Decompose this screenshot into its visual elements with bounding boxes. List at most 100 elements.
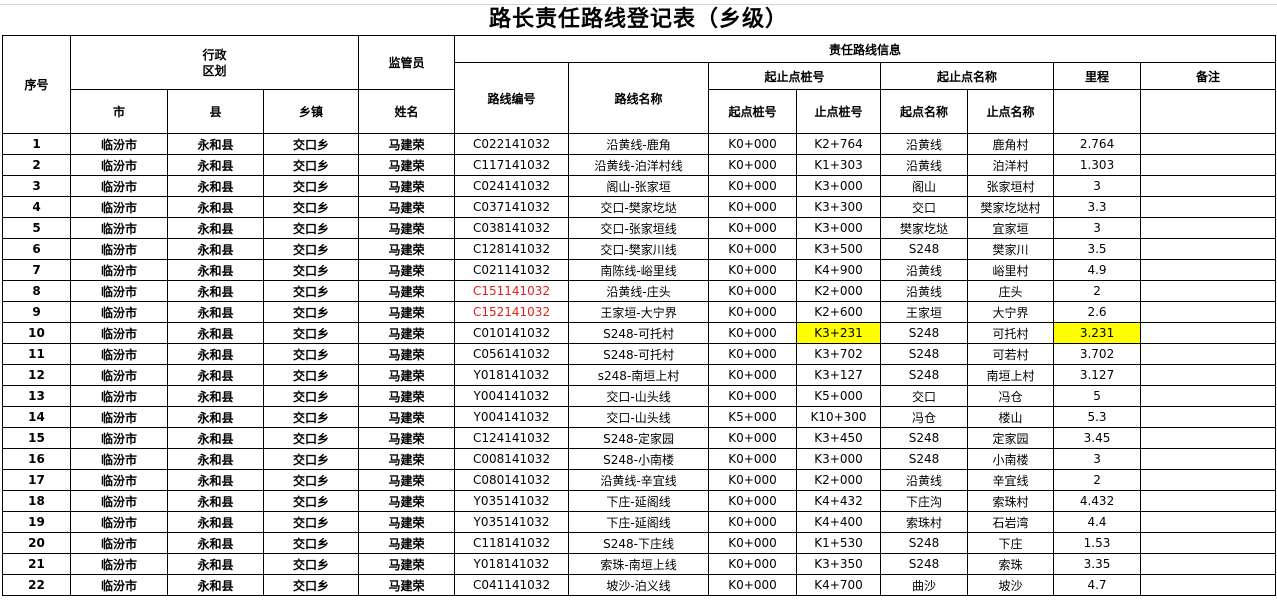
cell-end-name[interactable]: 索珠村 [967, 490, 1055, 512]
cell-city[interactable]: 临汾市 [70, 448, 168, 470]
cell-start-stake[interactable]: K0+000 [708, 322, 798, 344]
cell-end-stake[interactable]: K3+000 [796, 175, 882, 197]
cell-start-name[interactable]: 沿黄线 [880, 469, 969, 491]
cell-remark[interactable] [1140, 217, 1277, 239]
cell-remark[interactable] [1140, 175, 1277, 197]
cell-county[interactable]: 永和县 [167, 259, 264, 281]
cell-supervisor-name[interactable]: 马建荣 [358, 532, 456, 554]
cell-end-name[interactable]: 石岩湾 [967, 511, 1055, 533]
cell-remark[interactable] [1140, 469, 1277, 491]
cell-remark[interactable] [1140, 574, 1277, 596]
cell-supervisor-name[interactable]: 马建荣 [358, 280, 456, 302]
cell-start-name[interactable]: S248 [880, 427, 969, 449]
cell-start-stake[interactable]: K0+000 [708, 196, 798, 218]
cell-city[interactable]: 临汾市 [70, 532, 168, 554]
header-admin-region[interactable]: 行政 区划 [69, 35, 360, 90]
cell-township[interactable]: 交口乡 [262, 196, 360, 218]
cell-start-name[interactable]: 交口 [880, 385, 969, 407]
header-remark[interactable]: 备注 [1140, 62, 1277, 90]
cell-city[interactable]: 临汾市 [70, 385, 168, 407]
cell-remark[interactable] [1140, 532, 1277, 554]
cell-township[interactable]: 交口乡 [262, 427, 360, 449]
cell-remark[interactable] [1140, 259, 1277, 281]
cell-county[interactable]: 永和县 [167, 154, 264, 176]
cell-mileage[interactable]: 4.4 [1053, 511, 1142, 533]
cell-city[interactable]: 临汾市 [70, 280, 168, 302]
cell-mileage[interactable]: 2.6 [1053, 301, 1142, 323]
cell-mileage[interactable]: 5 [1053, 385, 1142, 407]
cell-township[interactable]: 交口乡 [262, 301, 360, 323]
header-city[interactable]: 市 [70, 89, 168, 134]
cell-city[interactable]: 临汾市 [70, 406, 168, 428]
cell-city[interactable]: 临汾市 [70, 301, 168, 323]
cell-mileage[interactable]: 2 [1053, 280, 1142, 302]
cell-township[interactable]: 交口乡 [262, 238, 360, 260]
cell-county[interactable]: 永和县 [167, 280, 264, 302]
cell-city[interactable]: 临汾市 [70, 196, 168, 218]
cell-seq[interactable]: 9 [2, 301, 71, 323]
cell-route-code[interactable]: C080141032 [454, 469, 570, 491]
cell-township[interactable]: 交口乡 [262, 385, 360, 407]
cell-start-stake[interactable]: K0+000 [708, 490, 798, 512]
cell-county[interactable]: 永和县 [167, 343, 264, 365]
cell-start-stake[interactable]: K0+000 [708, 427, 798, 449]
cell-end-stake[interactable]: K3+702 [796, 343, 882, 365]
cell-remark[interactable] [1140, 343, 1277, 365]
cell-route-name[interactable]: 交口-樊家圪垯 [568, 196, 710, 218]
cell-city[interactable]: 临汾市 [70, 238, 168, 260]
cell-mileage[interactable]: 3 [1053, 448, 1142, 470]
cell-remark[interactable] [1140, 280, 1277, 302]
cell-mileage[interactable]: 3.45 [1053, 427, 1142, 449]
cell-start-stake[interactable]: K0+000 [708, 469, 798, 491]
cell-supervisor-name[interactable]: 马建荣 [358, 259, 456, 281]
cell-route-code[interactable]: C021141032 [454, 259, 570, 281]
cell-supervisor-name[interactable]: 马建荣 [358, 469, 456, 491]
cell-end-name[interactable]: 下庄 [967, 532, 1055, 554]
cell-start-name[interactable]: 冯仓 [880, 406, 969, 428]
cell-start-stake[interactable]: K0+000 [708, 259, 798, 281]
cell-mileage[interactable]: 3.35 [1053, 553, 1142, 575]
cell-seq[interactable]: 17 [2, 469, 71, 491]
cell-county[interactable]: 永和县 [167, 133, 264, 155]
cell-start-stake[interactable]: K0+000 [708, 553, 798, 575]
cell-supervisor-name[interactable]: 马建荣 [358, 175, 456, 197]
cell-start-stake[interactable]: K0+000 [708, 280, 798, 302]
cell-start-stake[interactable]: K0+000 [708, 511, 798, 533]
cell-mileage[interactable]: 2 [1053, 469, 1142, 491]
cell-end-name[interactable]: 张家垣村 [967, 175, 1055, 197]
cell-route-name[interactable]: 坡沙-泊义线 [568, 574, 710, 596]
cell-start-name[interactable]: 阁山 [880, 175, 969, 197]
cell-township[interactable]: 交口乡 [262, 469, 360, 491]
cell-county[interactable]: 永和县 [167, 322, 264, 344]
cell-county[interactable]: 永和县 [167, 427, 264, 449]
cell-start-name[interactable]: 王家垣 [880, 301, 969, 323]
cell-remark[interactable] [1140, 385, 1277, 407]
cell-supervisor-name[interactable]: 马建荣 [358, 343, 456, 365]
cell-supervisor-name[interactable]: 马建荣 [358, 385, 456, 407]
cell-township[interactable]: 交口乡 [262, 154, 360, 176]
header-route-code[interactable]: 路线编号 [454, 62, 570, 134]
cell-mileage[interactable]: 4.9 [1053, 259, 1142, 281]
cell-end-name[interactable]: 大宁界 [967, 301, 1055, 323]
cell-supervisor-name[interactable]: 马建荣 [358, 133, 456, 155]
cell-seq[interactable]: 10 [2, 322, 71, 344]
cell-end-stake[interactable]: K3+127 [796, 364, 882, 386]
cell-route-code[interactable]: C117141032 [454, 154, 570, 176]
cell-seq[interactable]: 19 [2, 511, 71, 533]
cell-start-name[interactable]: 沿黄线 [880, 133, 969, 155]
cell-end-stake[interactable]: K4+432 [796, 490, 882, 512]
cell-route-code[interactable]: Y035141032 [454, 511, 570, 533]
cell-start-stake[interactable]: K5+000 [708, 406, 798, 428]
header-mileage[interactable]: 里程 [1053, 62, 1142, 90]
cell-county[interactable]: 永和县 [167, 196, 264, 218]
header-supervisor[interactable]: 监管员 [358, 35, 456, 90]
cell-end-name[interactable]: 辛宜线 [967, 469, 1055, 491]
cell-start-name[interactable]: 沿黄线 [880, 259, 969, 281]
cell-end-name[interactable]: 冯仓 [967, 385, 1055, 407]
cell-start-stake[interactable]: K0+000 [708, 154, 798, 176]
cell-route-name[interactable]: 沿黄线-鹿角 [568, 133, 710, 155]
cell-city[interactable]: 临汾市 [70, 364, 168, 386]
cell-route-name[interactable]: 沿黄线-辛宜线 [568, 469, 710, 491]
cell-seq[interactable]: 12 [2, 364, 71, 386]
cell-supervisor-name[interactable]: 马建荣 [358, 322, 456, 344]
